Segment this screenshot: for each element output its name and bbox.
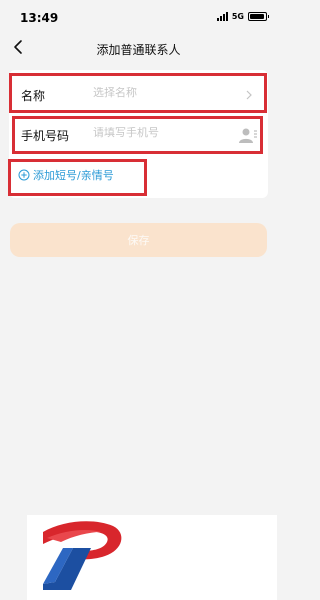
logo-area — [27, 515, 277, 600]
network-type: 5G — [231, 12, 244, 21]
phone-label: 手机号码 — [21, 129, 70, 143]
battery-icon — [248, 12, 269, 21]
status-bar: 13:49 5G — [0, 0, 277, 34]
name-label: 名称 — [21, 89, 46, 103]
contact-book-icon[interactable] — [238, 126, 258, 144]
status-time: 13:49 — [20, 11, 59, 25]
chevron-right-icon — [246, 90, 252, 100]
signal-icon — [216, 12, 228, 21]
save-button[interactable]: 保存 — [10, 223, 267, 257]
status-icons: 5G — [216, 12, 269, 21]
nav-bar: 添加普通联系人 — [0, 36, 277, 62]
phone-field[interactable] — [93, 127, 233, 139]
add-circle-icon — [18, 169, 30, 181]
name-row[interactable]: 名称 — [9, 76, 268, 114]
brand-logo — [43, 521, 122, 590]
add-short-number-link[interactable]: 添加短号/亲情号 — [18, 167, 114, 183]
phone-row[interactable]: 手机号码 — [9, 116, 268, 154]
page-title: 添加普通联系人 — [96, 43, 181, 57]
name-field[interactable] — [93, 87, 233, 99]
add-short-number-label: 添加短号/亲情号 — [33, 169, 114, 182]
